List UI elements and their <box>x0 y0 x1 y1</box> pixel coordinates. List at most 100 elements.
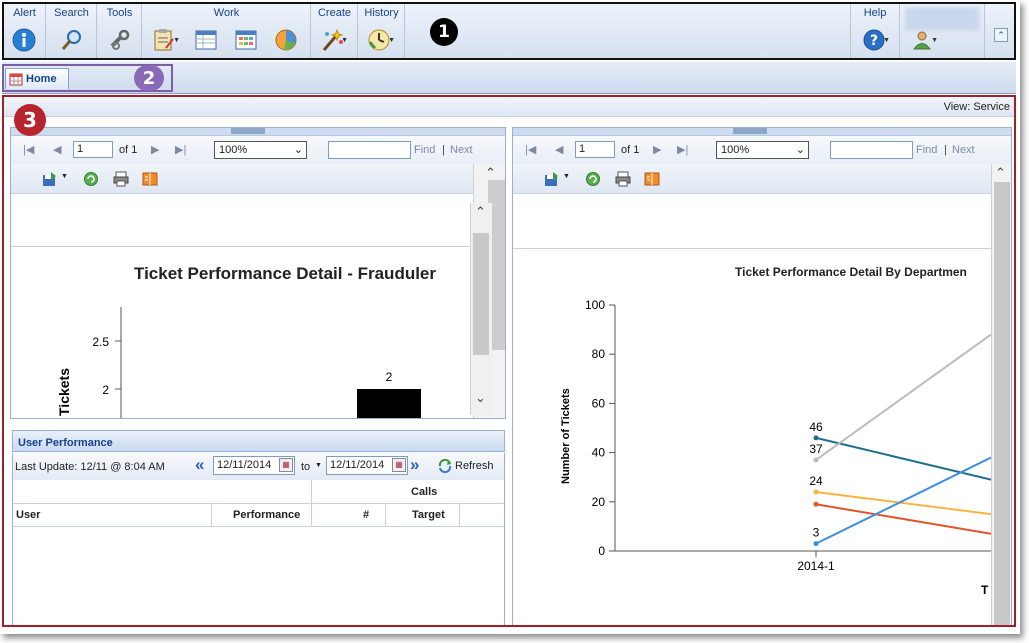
report-nav-toolbar: |◀ ◀ 1 of 1 ▶ ▶| 100% ⌄ Find | Next <box>513 136 1011 164</box>
x-axis-label: T <box>981 583 989 597</box>
series-line <box>815 456 991 545</box>
app-window: Alert Search Tools Work ▼ Create ▼ Histo… <box>0 0 1020 634</box>
data-point <box>813 457 819 463</box>
work-reports-button[interactable] <box>271 26 301 54</box>
data-point <box>813 501 819 507</box>
column-header-count[interactable]: # <box>363 509 369 521</box>
export-dropdown-icon[interactable]: ▼ <box>61 173 68 180</box>
point-data-label: 37 <box>809 442 823 456</box>
next-range-icon[interactable]: » <box>410 455 419 475</box>
report-viewer-right: |◀ ◀ 1 of 1 ▶ ▶| 100% ⌄ Find | Next ▼ Tic… <box>512 127 1012 625</box>
from-date-input[interactable]: 12/11/2014 ▦ <box>213 456 295 475</box>
y-tick-label: 40 <box>592 446 606 460</box>
tab-bar: Home 2 <box>2 62 1016 94</box>
find-separator: | <box>442 144 445 156</box>
print-icon[interactable] <box>113 171 129 187</box>
alert-info-button[interactable] <box>9 26 39 54</box>
next-page-icon[interactable]: ▶ <box>151 143 159 156</box>
report-body-right: Ticket Performance Detail By Departmen 1… <box>513 194 991 625</box>
document-map-icon[interactable] <box>644 171 660 187</box>
refresh-icon[interactable] <box>83 171 99 187</box>
calls-group-header: Calls <box>411 486 438 498</box>
table-divider <box>459 503 460 526</box>
last-page-icon[interactable]: ▶| <box>175 143 186 156</box>
to-date-input[interactable]: 12/11/2014 ▦ <box>326 456 408 475</box>
first-page-icon[interactable]: |◀ <box>525 143 536 156</box>
user-performance-toolbar: Last Update: 12/11 @ 8:04 AM « 12/11/201… <box>12 453 505 480</box>
work-calendar-button[interactable] <box>231 26 261 54</box>
find-separator: | <box>944 144 947 156</box>
user-menu-button[interactable]: ▼ <box>907 26 938 54</box>
next-page-icon[interactable]: ▶ <box>653 143 661 156</box>
page-number-input[interactable]: 1 <box>73 141 113 158</box>
zoom-select[interactable]: 100% ⌄ <box>214 141 307 159</box>
bar-data-label: 2 <box>386 370 393 384</box>
search-button[interactable] <box>57 26 87 54</box>
find-next-link[interactable]: Next <box>952 144 975 156</box>
tools-button[interactable] <box>105 26 135 54</box>
create-label: Create <box>317 7 352 19</box>
inner-scroll-down-icon[interactable]: ⌄ <box>475 391 486 406</box>
find-link[interactable]: Find <box>414 144 435 156</box>
table-divider <box>13 526 504 527</box>
refresh-icon[interactable] <box>585 171 601 187</box>
work-list-button[interactable] <box>191 26 221 54</box>
column-header-user[interactable]: User <box>16 509 40 521</box>
main-toolbar: Alert Search Tools Work ▼ Create ▼ Histo… <box>2 2 1016 60</box>
series-line <box>815 490 991 516</box>
find-link[interactable]: Find <box>916 144 937 156</box>
prev-page-icon[interactable]: ◀ <box>53 143 61 156</box>
find-input[interactable] <box>830 141 913 159</box>
collapse-handle[interactable] <box>231 128 265 134</box>
document-map-icon[interactable] <box>142 171 158 187</box>
find-next-link[interactable]: Next <box>450 144 473 156</box>
inner-scroll-thumb[interactable] <box>473 233 489 355</box>
scroll-up-icon[interactable]: ⌃ <box>485 166 496 181</box>
scroll-thumb[interactable] <box>994 182 1010 625</box>
calendar-icon[interactable]: ▦ <box>392 458 406 472</box>
export-dropdown-icon[interactable]: ▼ <box>563 173 570 180</box>
chevron-down-icon: ⌄ <box>293 144 303 156</box>
tab-home[interactable]: Home <box>5 68 69 89</box>
first-page-icon[interactable]: |◀ <box>23 143 34 156</box>
calendar-icon[interactable]: ▦ <box>279 458 293 472</box>
report-inner-scrollbar[interactable]: ⌃ ⌄ <box>470 203 492 415</box>
y-tick-label: 60 <box>592 396 606 410</box>
previous-range-icon[interactable]: « <box>195 455 204 475</box>
y-tick-label: 80 <box>592 347 606 361</box>
find-input[interactable] <box>328 141 411 159</box>
table-divider <box>211 503 212 526</box>
last-page-icon[interactable]: ▶| <box>677 143 688 156</box>
inner-scroll-up-icon[interactable]: ⌃ <box>475 205 486 220</box>
column-header-target[interactable]: Target <box>412 509 445 521</box>
print-icon[interactable] <box>615 171 631 187</box>
collapse-handle[interactable] <box>733 128 767 134</box>
history-button[interactable]: ▼ <box>364 26 395 54</box>
prev-page-icon[interactable]: ◀ <box>555 143 563 156</box>
report-nav-toolbar: |◀ ◀ 1 of 1 ▶ ▶| 100% ⌄ Find | Next <box>11 136 505 164</box>
search-label: Search <box>54 7 89 19</box>
view-bar: View: Service <box>4 97 1014 117</box>
export-icon[interactable] <box>543 171 559 187</box>
calendar-icon <box>235 30 257 50</box>
help-label: Help <box>863 7 887 19</box>
page-number-input[interactable]: 1 <box>575 141 615 158</box>
scroll-up-icon[interactable]: ⌃ <box>995 166 1006 181</box>
point-data-label: 3 <box>813 526 820 540</box>
refresh-label: Refresh <box>455 460 494 472</box>
report-scrollbar-right[interactable]: ⌃ <box>991 164 1011 625</box>
y-axis-label: Tickets <box>56 368 72 416</box>
help-button[interactable]: ? ▼ <box>859 26 890 54</box>
chevron-down-icon: ⌄ <box>795 144 805 156</box>
point-data-label: 24 <box>809 474 823 488</box>
refresh-button[interactable]: Refresh <box>437 458 494 474</box>
export-icon[interactable] <box>41 171 57 187</box>
collapse-toolbar-button[interactable]: ⌃ <box>994 28 1008 42</box>
zoom-select[interactable]: 100% ⌄ <box>716 141 809 159</box>
table-divider <box>385 503 386 526</box>
work-tasks-button[interactable]: ▼ <box>149 26 180 54</box>
create-button[interactable]: ▼ <box>317 26 348 54</box>
callout-badge-2: 2 <box>134 65 164 91</box>
column-header-performance[interactable]: Performance <box>233 509 300 521</box>
to-dropdown-icon[interactable]: ▼ <box>315 462 322 469</box>
